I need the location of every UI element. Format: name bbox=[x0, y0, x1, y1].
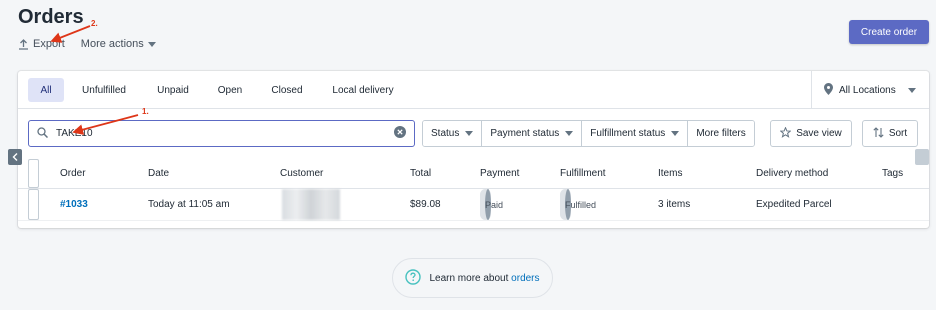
column-header[interactable]: Fulfillment bbox=[560, 159, 606, 188]
learn-more-callout: Learn more about orders bbox=[392, 258, 553, 298]
page-title: Orders bbox=[18, 6, 84, 28]
caret-down-icon bbox=[465, 128, 474, 139]
scroll-right-button[interactable] bbox=[915, 149, 929, 165]
row-checkbox[interactable] bbox=[28, 189, 39, 220]
export-button[interactable]: Export bbox=[18, 38, 65, 50]
column-header[interactable]: Payment bbox=[480, 159, 519, 188]
sort-label: Sort bbox=[888, 128, 908, 139]
caret-down-icon bbox=[907, 85, 916, 96]
fulfillment-filter-label: Fulfillment status bbox=[590, 128, 666, 139]
export-label: Export bbox=[33, 38, 65, 50]
payment-filter-label: Payment status bbox=[490, 128, 560, 139]
items-count[interactable]: 3 items bbox=[658, 189, 690, 220]
tab-unpaid[interactable]: Unpaid bbox=[148, 78, 198, 102]
scroll-left-button[interactable] bbox=[8, 149, 22, 165]
tab-open[interactable]: Open bbox=[210, 78, 250, 102]
search-value: TAKE10 bbox=[56, 128, 93, 139]
table-header: Order Date Customer Total Payment Fulfil… bbox=[18, 159, 929, 189]
location-pin-icon bbox=[824, 82, 833, 98]
caret-down-icon bbox=[147, 41, 156, 47]
export-icon bbox=[18, 38, 29, 50]
column-header[interactable]: Items bbox=[658, 159, 682, 188]
order-total: $89.08 bbox=[410, 199, 441, 210]
order-link[interactable]: #1033 bbox=[60, 189, 88, 220]
orders-card: All Unfulfilled Unpaid Open Closed Local… bbox=[18, 71, 929, 228]
caret-down-icon bbox=[671, 128, 680, 139]
order-date: Today at 11:05 am bbox=[148, 199, 230, 210]
learn-more-prefix: Learn more about bbox=[429, 272, 512, 284]
filter-group: Status Payment status Fulfillment status… bbox=[422, 120, 755, 147]
column-header[interactable]: Delivery method bbox=[756, 159, 828, 188]
learn-more-text: Learn more about orders bbox=[429, 273, 539, 284]
save-view-button[interactable]: Save view bbox=[770, 120, 852, 147]
fulfillment-status-label: Fulfilled bbox=[565, 199, 597, 210]
column-header[interactable]: Customer bbox=[280, 159, 323, 188]
save-view-label: Save view bbox=[796, 128, 842, 139]
status-filter-button[interactable]: Status bbox=[423, 121, 483, 146]
tab-closed[interactable]: Closed bbox=[262, 78, 312, 102]
more-actions-label: More actions bbox=[80, 38, 144, 50]
more-actions-button[interactable]: More actions bbox=[81, 38, 156, 50]
more-filters-button[interactable]: More filters bbox=[688, 121, 754, 146]
status-filter-label: Status bbox=[431, 128, 460, 139]
table-row[interactable]: #1033 Today at 11:05 am $89.08 Paid Fulf… bbox=[18, 189, 929, 221]
star-icon bbox=[779, 125, 792, 141]
payment-status-filter-button[interactable]: Payment status bbox=[482, 121, 583, 146]
create-order-button[interactable]: Create order bbox=[849, 20, 929, 44]
sort-icon bbox=[873, 126, 884, 141]
search-icon bbox=[37, 126, 49, 141]
help-icon bbox=[405, 268, 422, 288]
orders-help-link[interactable]: orders bbox=[511, 273, 539, 284]
select-all-checkbox[interactable] bbox=[28, 159, 39, 188]
annotation-step-1: 1. bbox=[142, 107, 149, 116]
column-header[interactable]: Tags bbox=[882, 159, 903, 188]
tab-bar: All Unfulfilled Unpaid Open Closed Local… bbox=[18, 71, 929, 109]
column-header[interactable]: Order bbox=[60, 159, 86, 188]
delivery-method: Expedited Parcel bbox=[756, 199, 832, 210]
column-header[interactable]: Date bbox=[148, 159, 169, 188]
search-input[interactable]: TAKE10 bbox=[28, 120, 415, 147]
tab-unfulfilled[interactable]: Unfulfilled bbox=[72, 78, 136, 102]
column-header[interactable]: Total bbox=[410, 159, 431, 188]
payment-status-label: Paid bbox=[485, 199, 504, 210]
caret-down-icon bbox=[565, 128, 574, 139]
title-actions: Export More actions bbox=[18, 38, 156, 50]
fulfillment-status-filter-button[interactable]: Fulfillment status bbox=[582, 121, 689, 146]
location-selector[interactable]: All Locations bbox=[811, 71, 929, 109]
annotation-step-2: 2. bbox=[91, 19, 98, 28]
location-label: All Locations bbox=[839, 84, 896, 96]
tab-all[interactable]: All bbox=[28, 78, 64, 102]
sort-button[interactable]: Sort bbox=[862, 120, 918, 147]
chevron-left-icon bbox=[12, 153, 18, 161]
clear-search-icon[interactable] bbox=[394, 126, 406, 141]
tab-local-delivery[interactable]: Local delivery bbox=[322, 78, 404, 102]
